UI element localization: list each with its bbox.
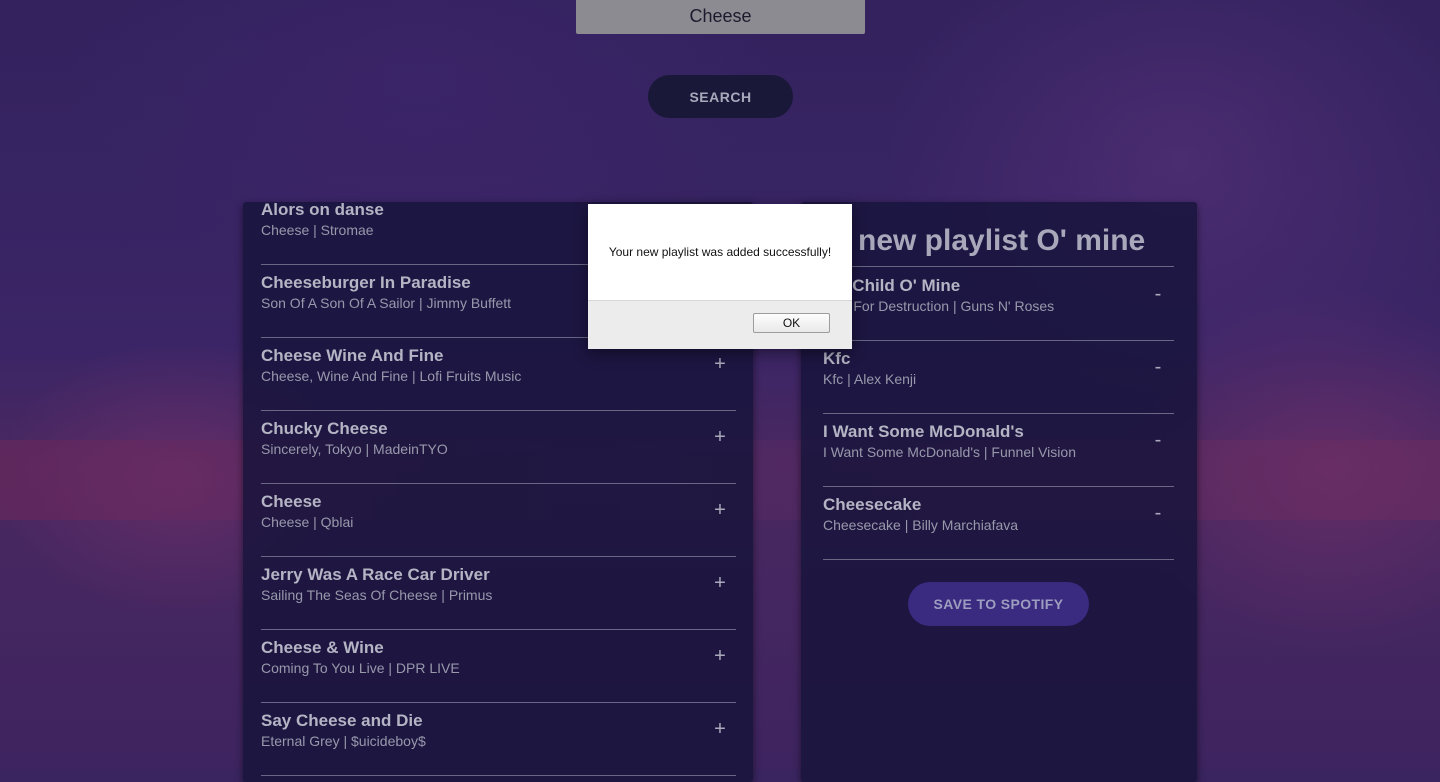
track-info: Cheesecake | Billy Marchiafava xyxy=(823,517,1019,533)
result-track-row: Say Cheese and Die Eternal Grey | $uicid… xyxy=(261,703,736,776)
remove-track-button[interactable]: - xyxy=(1150,428,1166,452)
track-info: Cheese, Wine And Fine | Lofi Fruits Musi… xyxy=(261,368,522,384)
add-track-button[interactable]: + xyxy=(712,498,728,522)
track-name: Say Cheese and Die xyxy=(261,711,423,730)
playlist-track-row: I Want Some McDonald's I Want Some McDon… xyxy=(823,414,1174,487)
track-name: Cheeseburger In Paradise xyxy=(261,273,471,292)
track-name: I Want Some McDonald's xyxy=(823,422,1024,441)
add-track-button[interactable]: + xyxy=(712,352,728,376)
result-track-row: Cheese & Wine Coming To You Live | DPR L… xyxy=(261,630,736,703)
track-name: Chucky Cheese xyxy=(261,419,388,438)
track-name: Jerry Was A Race Car Driver xyxy=(261,565,490,584)
remove-track-button[interactable]: - xyxy=(1150,355,1166,379)
track-name: Cheese xyxy=(261,492,322,511)
search-button[interactable]: SEARCH xyxy=(648,75,793,118)
save-to-spotify-button[interactable]: SAVE TO SPOTIFY xyxy=(908,582,1089,626)
add-track-button[interactable]: + xyxy=(712,571,728,595)
track-info: I Want Some McDonald's | Funnel Vision xyxy=(823,444,1076,460)
track-name: Cheese Wine And Fine xyxy=(261,346,444,365)
track-info: Sailing The Seas Of Cheese | Primus xyxy=(261,587,493,603)
track-info: Coming To You Live | DPR LIVE xyxy=(261,660,460,676)
track-info: Kfc | Alex Kenji xyxy=(823,371,917,387)
playlist-track-row: eet Child O' Mine etite For Destruction … xyxy=(823,268,1174,341)
track-info: Cheese | Qblai xyxy=(261,514,354,530)
track-name: Cheesecake xyxy=(823,495,922,514)
result-track-row: Cheese Cheese | Qblai + xyxy=(261,484,736,557)
remove-track-button[interactable]: - xyxy=(1150,282,1166,306)
add-track-button[interactable]: + xyxy=(712,717,728,741)
result-track-row: Chucky Cheese Sincerely, Tokyo | MadeinT… xyxy=(261,411,736,484)
playlist-title-input[interactable]: new playlist O' mine xyxy=(858,224,1145,258)
track-name: Alors on danse xyxy=(261,200,384,219)
track-info: Sincerely, Tokyo | MadeinTYO xyxy=(261,441,448,457)
track-name: Kfc xyxy=(823,349,851,368)
track-info: Cheese | Stromae xyxy=(261,222,374,238)
alert-footer: OK xyxy=(588,300,852,349)
alert-dialog: Your new playlist was added successfully… xyxy=(588,204,852,349)
playlist-panel: new playlist O' mine eet Child O' Mine e… xyxy=(801,202,1197,782)
remove-track-button[interactable]: - xyxy=(1150,501,1166,525)
add-track-button[interactable]: + xyxy=(712,425,728,449)
playlist-track-row: Cheesecake Cheesecake | Billy Marchiafav… xyxy=(823,487,1174,560)
track-name: Cheese & Wine xyxy=(261,638,384,657)
track-info: Eternal Grey | $uicideboy$ xyxy=(261,733,426,749)
track-info: etite For Destruction | Guns N' Roses xyxy=(823,298,1055,314)
playlist-track-row: Kfc Kfc | Alex Kenji - xyxy=(823,341,1174,414)
divider xyxy=(823,266,1174,267)
search-input[interactable]: Cheese xyxy=(576,0,865,34)
alert-message: Your new playlist was added successfully… xyxy=(608,245,832,259)
track-info: Son Of A Son Of A Sailor | Jimmy Buffett xyxy=(261,295,512,311)
add-track-button[interactable]: + xyxy=(712,644,728,668)
ok-button[interactable]: OK xyxy=(753,313,830,333)
result-track-row: Jerry Was A Race Car Driver Sailing The … xyxy=(261,557,736,630)
